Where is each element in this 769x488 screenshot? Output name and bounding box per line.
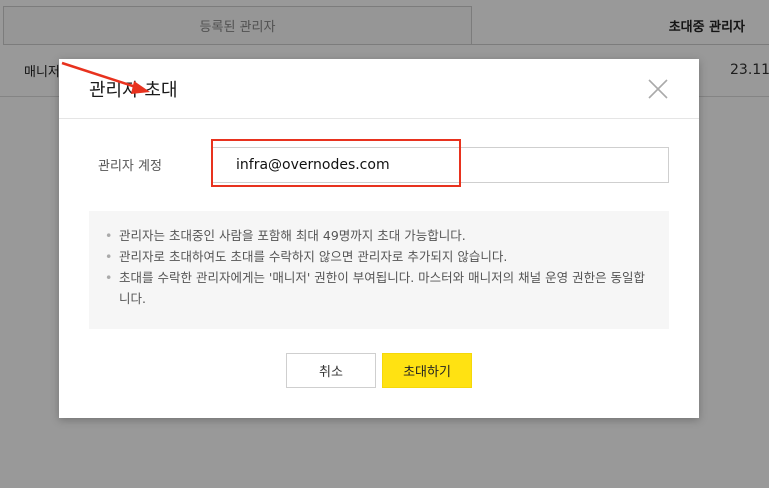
notice-item: 관리자는 초대중인 사람을 포함해 최대 49명까지 초대 가능합니다. (105, 225, 653, 246)
notice-item: 초대를 수락한 관리자에게는 '매니저' 권한이 부여됩니다. 마스터와 매니저… (105, 267, 653, 309)
invite-button[interactable]: 초대하기 (382, 353, 472, 388)
close-icon (648, 79, 668, 99)
admin-account-label: 관리자 계정 (98, 159, 162, 174)
invite-admin-modal: 관리자 초대 관리자 계정 관리자는 초대중인 사람을 포함해 최대 49명까지… (59, 59, 699, 418)
close-button[interactable] (646, 77, 670, 101)
modal-title: 관리자 초대 (89, 80, 178, 101)
admin-email-input[interactable] (211, 147, 669, 183)
cancel-button[interactable]: 취소 (286, 353, 376, 388)
notice-item: 관리자로 초대하여도 초대를 수락하지 않으면 관리자로 추가되지 않습니다. (105, 246, 653, 267)
notice-box: 관리자는 초대중인 사람을 포함해 최대 49명까지 초대 가능합니다. 관리자… (89, 211, 669, 329)
modal-header: 관리자 초대 (59, 59, 699, 119)
